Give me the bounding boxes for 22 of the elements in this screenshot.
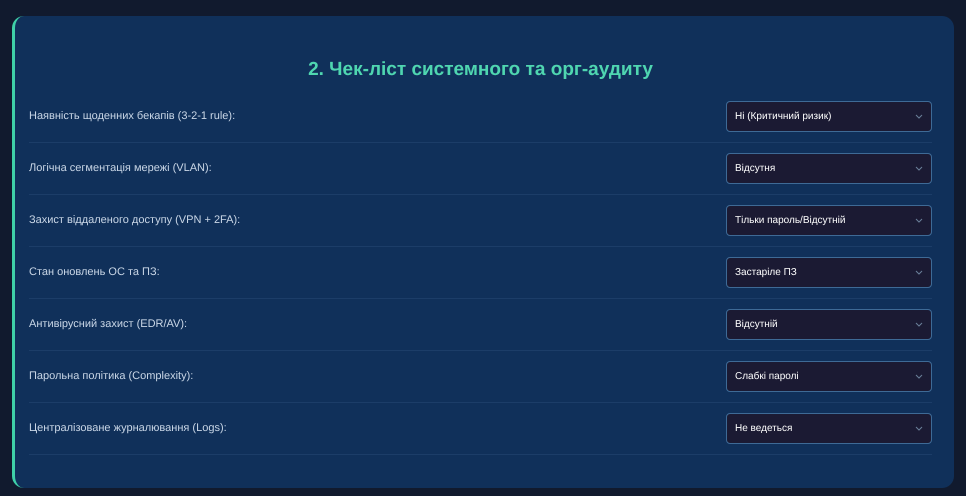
select-field[interactable]: Застаріле ПЗ — [726, 256, 932, 288]
chevron-down-icon — [915, 114, 923, 118]
check-label: Захист віддаленого доступу (VPN + 2FA): — [29, 212, 240, 228]
chevron-down-icon — [915, 166, 923, 170]
check-label: Логічна сегментація мережі (VLAN): — [29, 160, 212, 176]
select-field[interactable]: Тільки пароль/Відсутній — [726, 204, 932, 236]
check-label: Наявність щоденних бекапів (3-2-1 rule): — [29, 108, 236, 124]
check-label: Парольна політика (Complexity): — [29, 368, 194, 384]
check-label: Централізоване журналювання (Logs): — [29, 420, 227, 436]
check-label: Антивірусний захист (EDR/AV): — [29, 316, 188, 332]
chevron-down-icon — [915, 374, 923, 378]
section-title: 2. Чек-ліст системного та орг-аудиту — [307, 58, 654, 82]
select-field[interactable]: Ні (Критичний ризик) — [726, 100, 932, 132]
chevron-down-icon — [915, 426, 923, 430]
select-field[interactable]: Слабкі паролі — [726, 360, 932, 392]
select-field[interactable]: Не ведеться — [726, 412, 932, 444]
chevron-down-icon — [915, 218, 923, 222]
select-field[interactable]: Відсутній — [726, 308, 932, 340]
select-field[interactable]: Відсутня — [726, 152, 932, 184]
chevron-down-icon — [915, 270, 923, 274]
check-label: Стан оновлень ОС та ПЗ: — [29, 264, 160, 280]
chevron-down-icon — [915, 322, 923, 326]
